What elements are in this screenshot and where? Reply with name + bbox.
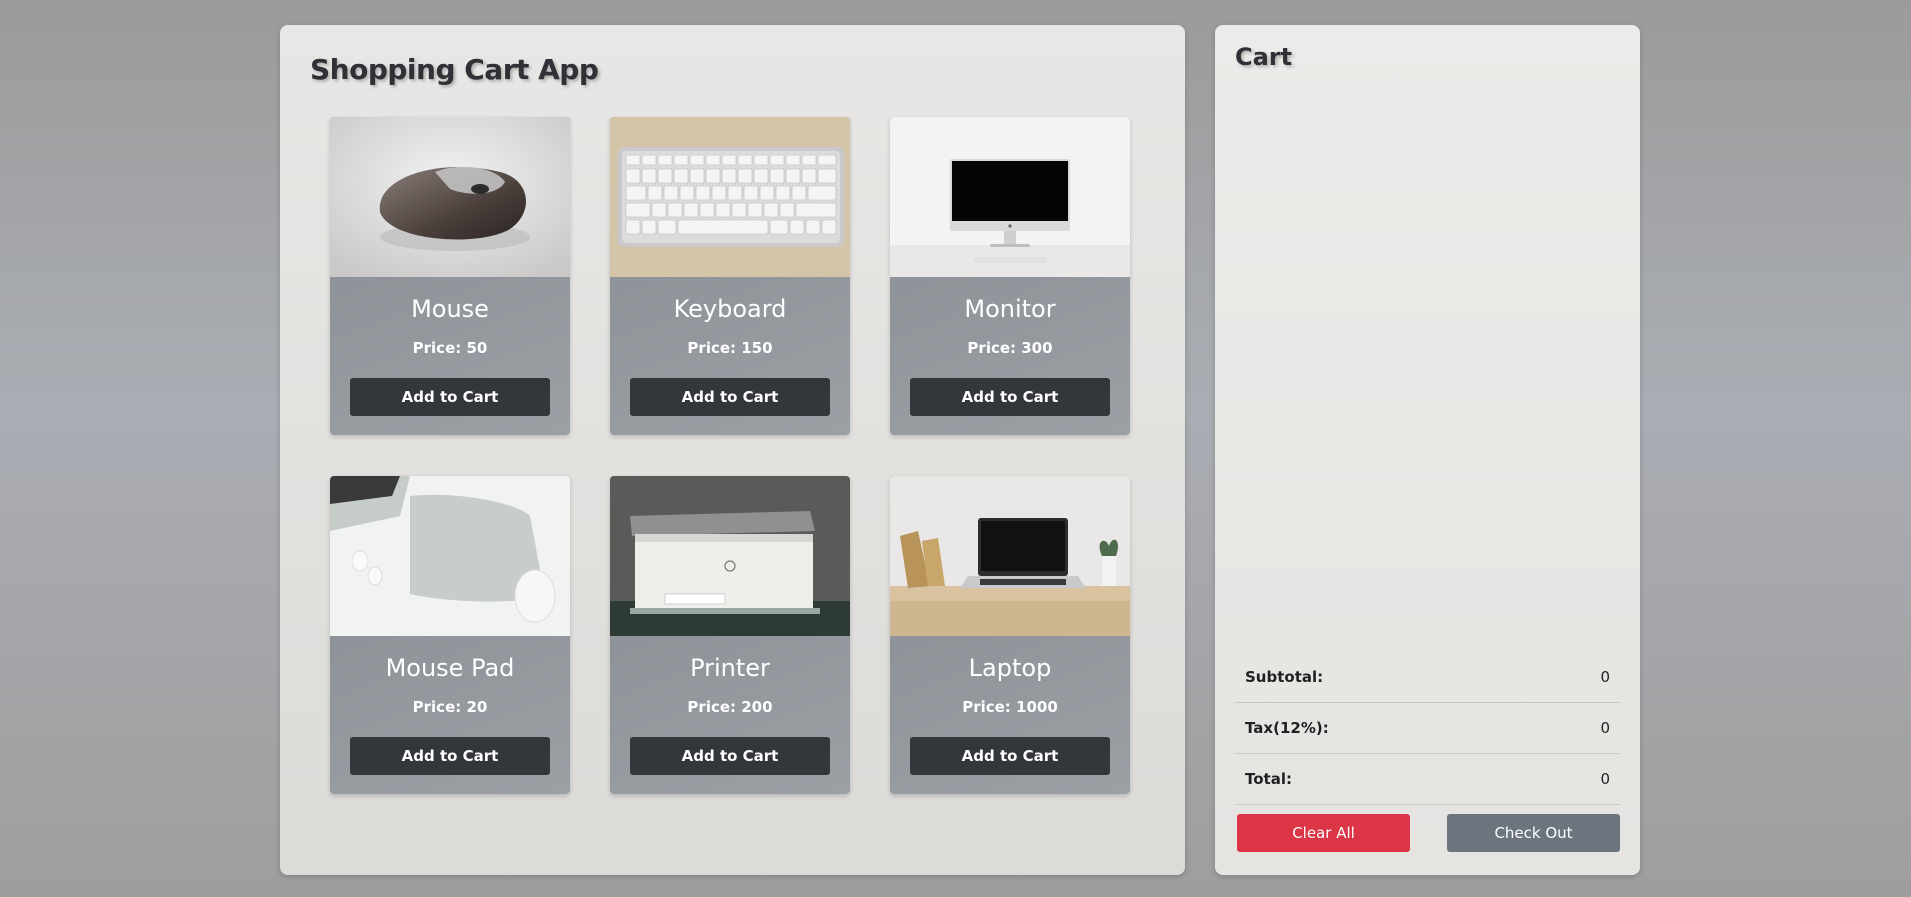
product-card-mouse: Mouse Price: 50 Add to Cart <box>330 117 570 435</box>
total-row: Total: 0 <box>1235 754 1620 805</box>
laptop-photo-icon <box>890 476 1130 636</box>
product-card-body: Laptop Price: 1000 Add to Cart <box>890 636 1130 794</box>
product-name: Monitor <box>964 295 1056 323</box>
monitor-photo-icon <box>890 117 1130 277</box>
products-panel: Shopping Cart App Mouse Price: 50 Add to… <box>280 25 1185 875</box>
tax-value: 0 <box>1600 719 1610 737</box>
product-card-printer: Printer Price: 200 Add to Cart <box>610 476 850 794</box>
add-to-cart-button[interactable]: Add to Cart <box>630 737 830 775</box>
product-name: Printer <box>690 654 770 682</box>
product-grid: Mouse Price: 50 Add to Cart Keyboard Pri… <box>330 117 1130 794</box>
mouse-photo-icon <box>330 117 570 277</box>
add-to-cart-button[interactable]: Add to Cart <box>350 378 550 416</box>
product-name: Mouse <box>411 295 489 323</box>
mouse-pad-photo-icon <box>330 476 570 636</box>
clear-all-button[interactable]: Clear All <box>1237 814 1410 852</box>
check-out-button[interactable]: Check Out <box>1447 814 1620 852</box>
cart-summary: Subtotal: 0 Tax(12%): 0 Total: 0 <box>1235 652 1620 805</box>
product-name: Mouse Pad <box>385 654 515 682</box>
product-price: Price: 300 <box>967 339 1053 357</box>
subtotal-value: 0 <box>1600 668 1610 686</box>
product-card-keyboard: Keyboard Price: 150 Add to Cart <box>610 117 850 435</box>
cart-actions: Clear All Check Out <box>1237 814 1620 852</box>
product-price: Price: 200 <box>687 698 773 716</box>
cart-title: Cart <box>1235 43 1293 71</box>
page-title: Shopping Cart App <box>310 53 599 86</box>
subtotal-label: Subtotal: <box>1245 668 1324 686</box>
product-card-mouse-pad: Mouse Pad Price: 20 Add to Cart <box>330 476 570 794</box>
product-card-body: Mouse Pad Price: 20 Add to Cart <box>330 636 570 794</box>
tax-label: Tax(12%): <box>1245 719 1329 737</box>
product-price: Price: 1000 <box>962 698 1058 716</box>
product-card-body: Printer Price: 200 Add to Cart <box>610 636 850 794</box>
add-to-cart-button[interactable]: Add to Cart <box>350 737 550 775</box>
product-card-monitor: Monitor Price: 300 Add to Cart <box>890 117 1130 435</box>
tax-row: Tax(12%): 0 <box>1235 703 1620 754</box>
product-name: Keyboard <box>673 295 787 323</box>
add-to-cart-button[interactable]: Add to Cart <box>910 378 1110 416</box>
product-price: Price: 20 <box>412 698 488 716</box>
product-name: Laptop <box>968 654 1052 682</box>
cart-panel: Cart Subtotal: 0 Tax(12%): 0 Total: 0 Cl… <box>1215 25 1640 875</box>
product-price: Price: 150 <box>687 339 773 357</box>
product-price: Price: 50 <box>412 339 488 357</box>
add-to-cart-button[interactable]: Add to Cart <box>910 737 1110 775</box>
subtotal-row: Subtotal: 0 <box>1235 652 1620 703</box>
total-label: Total: <box>1245 770 1292 788</box>
keyboard-photo-icon <box>610 117 850 277</box>
printer-photo-icon <box>610 476 850 636</box>
product-card-body: Keyboard Price: 150 Add to Cart <box>610 277 850 435</box>
product-card-body: Monitor Price: 300 Add to Cart <box>890 277 1130 435</box>
product-card-body: Mouse Price: 50 Add to Cart <box>330 277 570 435</box>
product-card-laptop: Laptop Price: 1000 Add to Cart <box>890 476 1130 794</box>
add-to-cart-button[interactable]: Add to Cart <box>630 378 830 416</box>
total-value: 0 <box>1600 770 1610 788</box>
